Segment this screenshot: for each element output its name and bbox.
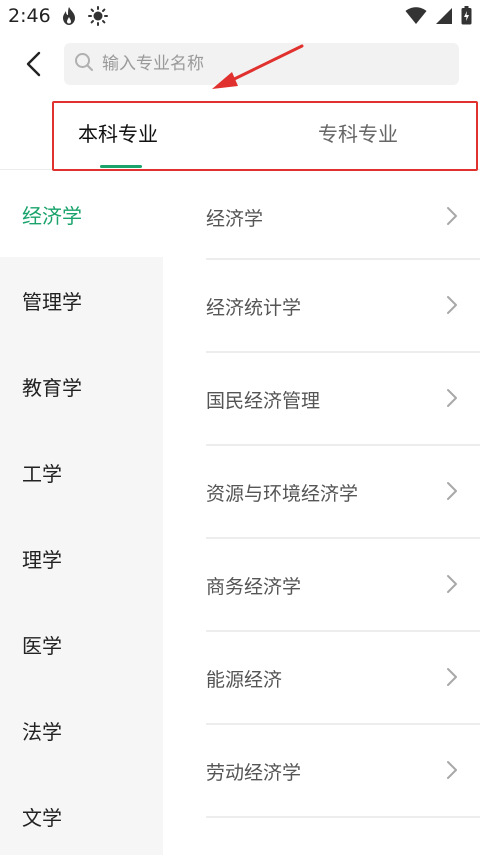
tab-indicator	[100, 165, 142, 168]
chevron-right-icon	[446, 667, 458, 691]
category-sidebar: 经济学 管理学 教育学 工学 理学 医学 法学 文学	[0, 171, 163, 855]
chevron-right-icon	[446, 206, 458, 230]
sidebar-item-law[interactable]: 法学	[0, 687, 163, 773]
sidebar-item-literature[interactable]: 文学	[0, 773, 163, 855]
sidebar-item-label: 理学	[22, 547, 62, 572]
sidebar-item-education[interactable]: 教育学	[0, 343, 163, 429]
tab-undergraduate[interactable]: 本科专业	[78, 118, 158, 147]
chevron-right-icon	[446, 574, 458, 598]
header	[0, 34, 480, 98]
sidebar-item-label: 经济学	[22, 203, 82, 228]
major-label: 资源与环境经济学	[206, 483, 359, 505]
sun-icon	[88, 6, 108, 30]
list-item[interactable]: 经济统计学	[206, 260, 480, 353]
chevron-left-icon	[25, 51, 43, 81]
status-bar: 2:46	[0, 0, 480, 34]
major-label: 国民经济管理	[206, 390, 321, 412]
sidebar-item-economics[interactable]: 经济学	[0, 171, 163, 257]
divider	[206, 816, 480, 818]
status-time: 2:46	[8, 5, 51, 27]
major-label: 经济学	[206, 208, 264, 230]
sidebar-item-label: 医学	[22, 633, 62, 658]
search-input[interactable]	[102, 54, 442, 74]
tab-bar: 本科专业 专科专业	[0, 98, 480, 171]
list-item[interactable]: 劳动经济学	[206, 725, 480, 818]
sidebar-item-label: 法学	[22, 719, 62, 744]
flame-icon	[60, 6, 78, 30]
list-item[interactable]: 经济学	[206, 171, 480, 264]
list-item[interactable]: 能源经济	[206, 632, 480, 725]
back-button[interactable]	[16, 48, 52, 84]
chevron-right-icon	[446, 760, 458, 784]
major-label: 经济统计学	[206, 297, 302, 319]
sidebar-item-medicine[interactable]: 医学	[0, 601, 163, 687]
wifi-icon	[405, 6, 427, 29]
tab-junior-college[interactable]: 专科专业	[318, 118, 398, 147]
sidebar-item-label: 管理学	[22, 289, 82, 314]
list-item[interactable]: 国民经济管理	[206, 353, 480, 446]
search-icon	[74, 52, 94, 76]
list-item[interactable]: 资源与环境经济学	[206, 446, 480, 539]
sidebar-item-label: 文学	[22, 805, 62, 830]
sidebar-item-management[interactable]: 管理学	[0, 257, 163, 343]
chevron-right-icon	[446, 481, 458, 505]
chevron-right-icon	[446, 388, 458, 412]
signal-icon	[435, 7, 453, 29]
chevron-right-icon	[446, 295, 458, 319]
major-label: 劳动经济学	[206, 762, 302, 784]
battery-icon	[461, 6, 472, 29]
major-list: 经济学 经济统计学 国民经济管理 资源与环境经济学 商务经济学 能源经济 劳动经…	[163, 171, 480, 855]
major-label: 能源经济	[206, 669, 283, 691]
sidebar-item-engineering[interactable]: 工学	[0, 429, 163, 515]
sidebar-item-label: 工学	[22, 461, 62, 486]
list-item[interactable]: 商务经济学	[206, 539, 480, 632]
sidebar-item-label: 教育学	[22, 375, 82, 400]
search-box[interactable]	[64, 43, 459, 85]
major-label: 商务经济学	[206, 576, 302, 598]
sidebar-item-science[interactable]: 理学	[0, 515, 163, 601]
